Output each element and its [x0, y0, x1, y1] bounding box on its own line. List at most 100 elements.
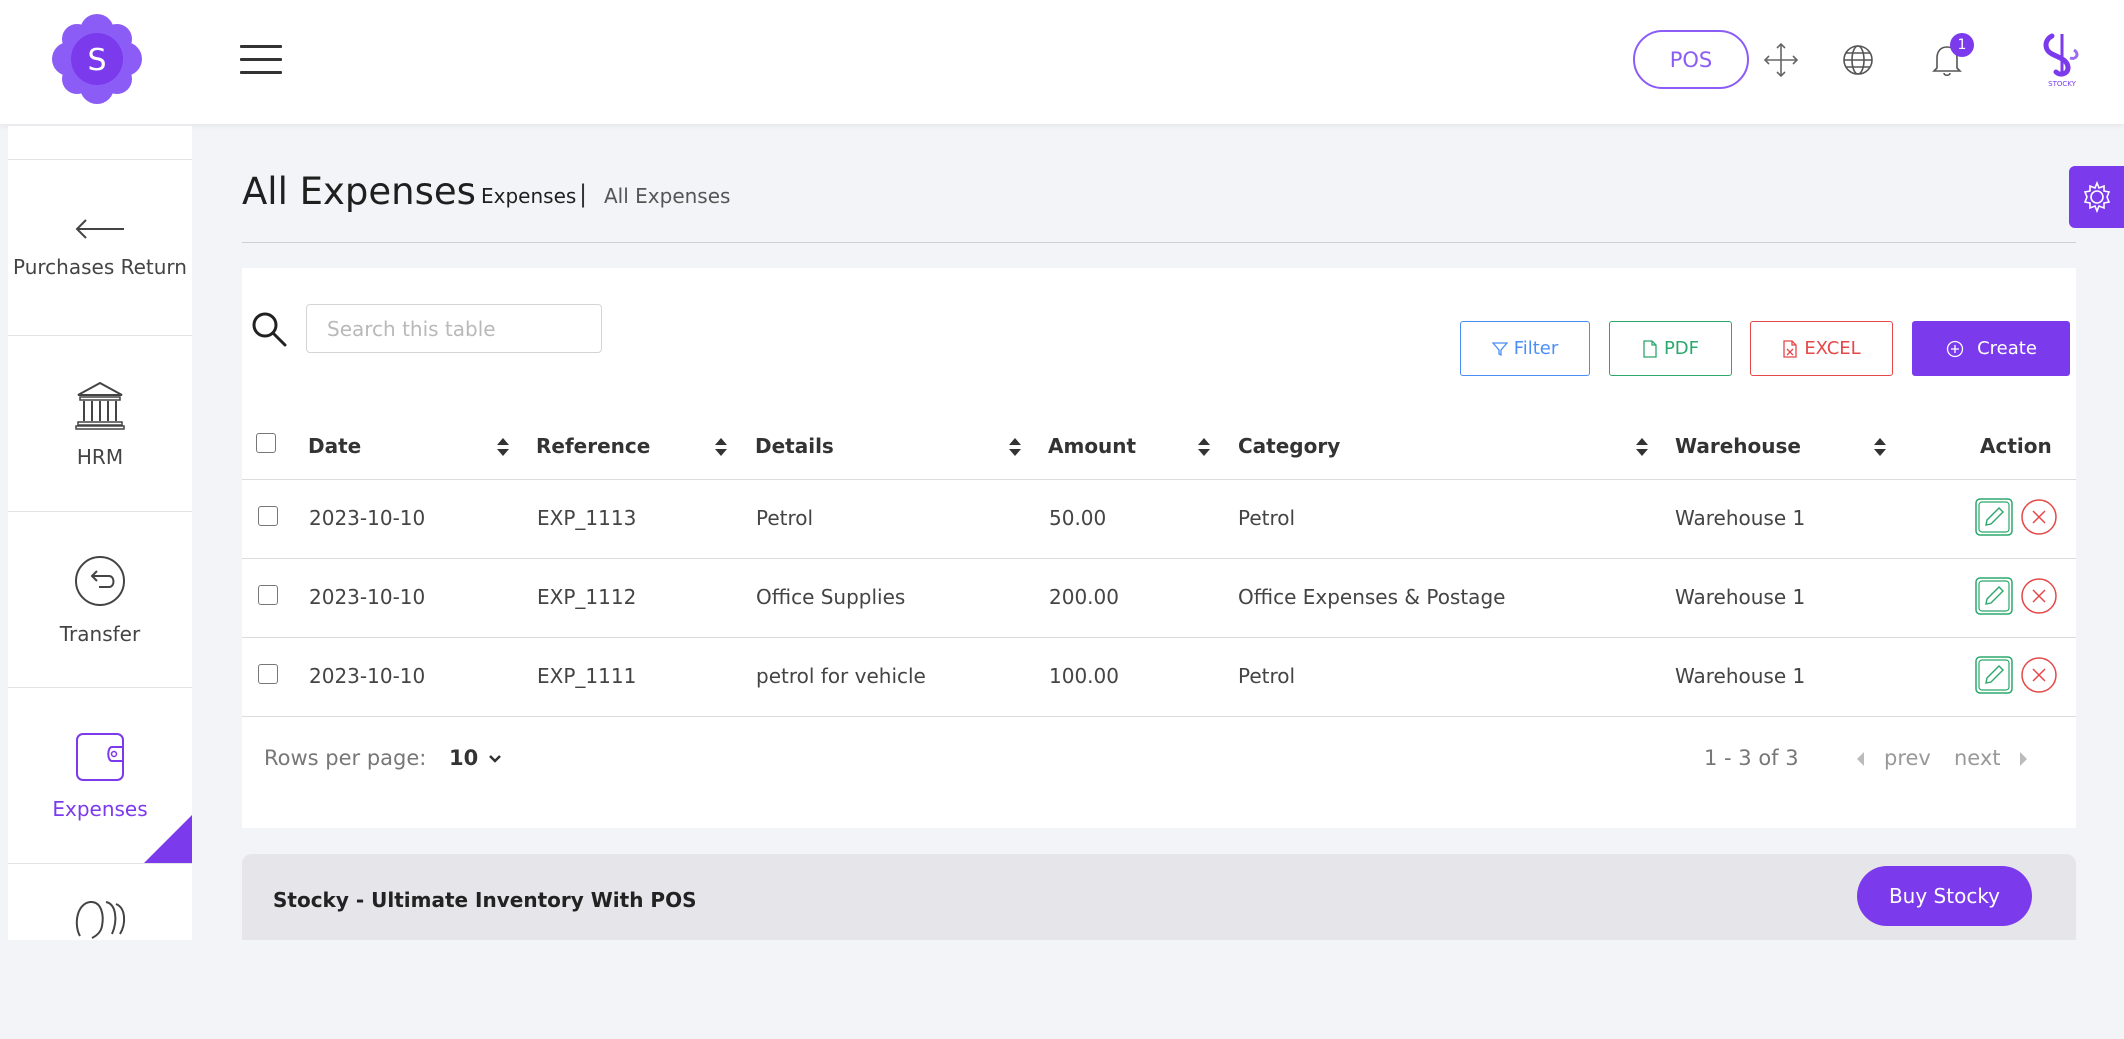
- column-header-category[interactable]: Category: [1238, 434, 1340, 458]
- cell-date: 2023-10-10: [309, 664, 426, 688]
- table-row[interactable]: 2023-10-10 EXP_1112 Office Supplies 200.…: [242, 559, 2076, 638]
- footer-text: Stocky - Ultimate Inventory With POS: [273, 888, 697, 912]
- pdf-label: PDF: [1663, 338, 1700, 359]
- row-checkbox[interactable]: [258, 664, 278, 684]
- table-row[interactable]: 2023-10-10 EXP_1111 petrol for vehicle 1…: [242, 638, 2076, 717]
- sidebar-item-transfer[interactable]: Transfer: [8, 511, 192, 687]
- menu-toggle-icon[interactable]: [240, 45, 282, 75]
- language-globe-icon[interactable]: [1838, 40, 1878, 80]
- sort-icon[interactable]: [1634, 436, 1650, 458]
- sidebar-item-expenses[interactable]: Expenses: [8, 687, 192, 863]
- top-navbar: S POS 1 STOCKY: [0, 0, 2124, 124]
- bank-icon: [75, 381, 125, 430]
- stocky-brand-logo: STOCKY: [2038, 30, 2086, 88]
- row-checkbox[interactable]: [258, 585, 278, 605]
- table-row[interactable]: 2023-10-10 EXP_1113 Petrol 50.00 Petrol …: [242, 480, 2076, 559]
- edit-pencil-icon[interactable]: [1975, 498, 2013, 536]
- cell-amount: 50.00: [1049, 506, 1107, 530]
- create-button[interactable]: Create: [1912, 321, 2070, 376]
- column-header-reference[interactable]: Reference: [536, 434, 650, 458]
- brand-text: STOCKY: [2048, 80, 2076, 88]
- transfer-icon: [75, 555, 125, 606]
- filter-label: Filter: [1513, 338, 1559, 359]
- sidebar-item-label: Expenses: [52, 796, 148, 821]
- prev-page-button[interactable]: prev: [1884, 746, 1931, 770]
- cell-warehouse: Warehouse 1: [1675, 585, 1806, 609]
- breadcrumb-separator: |: [579, 180, 588, 208]
- select-all-checkbox[interactable]: [256, 433, 276, 453]
- settings-gear-icon[interactable]: [2069, 166, 2124, 228]
- cell-amount: 100.00: [1049, 664, 1119, 688]
- search-input[interactable]: [306, 304, 602, 353]
- fullscreen-icon[interactable]: [1761, 40, 1801, 80]
- column-header-details[interactable]: Details: [755, 434, 834, 458]
- pdf-file-icon: [1643, 339, 1657, 358]
- breadcrumb-current: All Expenses: [604, 184, 731, 208]
- rows-per-page-select[interactable]: 10: [449, 746, 478, 770]
- search-icon: [250, 310, 288, 348]
- buy-stocky-button[interactable]: Buy Stocky: [1857, 866, 2032, 926]
- cell-warehouse: Warehouse 1: [1675, 664, 1806, 688]
- cell-details: Office Supplies: [756, 585, 906, 609]
- excel-file-icon: [1783, 339, 1797, 358]
- app-logo[interactable]: S: [48, 14, 146, 104]
- active-indicator: [144, 815, 192, 863]
- cell-reference: EXP_1113: [537, 506, 637, 530]
- people-icon: [75, 901, 126, 939]
- next-caret-icon: [2020, 752, 2027, 766]
- chevron-down-icon[interactable]: [487, 748, 503, 770]
- cell-category: Petrol: [1238, 664, 1296, 688]
- cell-category: Petrol: [1238, 506, 1296, 530]
- sort-icon[interactable]: [1872, 436, 1888, 458]
- title-divider: [242, 242, 2076, 243]
- sort-icon[interactable]: [495, 436, 511, 458]
- edit-pencil-icon[interactable]: [1975, 656, 2013, 694]
- sort-icon[interactable]: [1007, 436, 1023, 458]
- edit-pencil-icon[interactable]: [1975, 577, 2013, 615]
- sidebar-item-hrm[interactable]: HRM: [8, 335, 192, 511]
- cell-amount: 200.00: [1049, 585, 1119, 609]
- cell-details: Petrol: [756, 506, 814, 530]
- column-header-amount[interactable]: Amount: [1048, 434, 1136, 458]
- sidebar-item-purchases-return[interactable]: Purchases Return: [8, 159, 192, 335]
- cell-date: 2023-10-10: [309, 585, 426, 609]
- notification-badge: 1: [1950, 33, 1974, 57]
- sort-icon[interactable]: [1196, 436, 1212, 458]
- delete-x-icon[interactable]: [2020, 577, 2058, 615]
- filter-button[interactable]: Filter: [1460, 321, 1590, 376]
- create-label: Create: [1977, 338, 2037, 359]
- cell-warehouse: Warehouse 1: [1675, 506, 1806, 530]
- column-header-warehouse[interactable]: Warehouse: [1675, 434, 1801, 458]
- sidebar-item-label: Transfer: [59, 621, 141, 646]
- row-checkbox[interactable]: [258, 506, 278, 526]
- column-header-action: Action: [1980, 434, 2052, 458]
- delete-x-icon[interactable]: [2020, 498, 2058, 536]
- sidebar-item-label: Purchases Return: [13, 254, 187, 279]
- delete-x-icon[interactable]: [2020, 656, 2058, 694]
- cell-category: Office Expenses & Postage: [1238, 585, 1506, 609]
- next-page-button[interactable]: next: [1954, 746, 2001, 770]
- table-header: Date Reference Details Amount Category W…: [242, 420, 2076, 480]
- cell-date: 2023-10-10: [309, 506, 426, 530]
- cell-reference: EXP_1112: [537, 585, 637, 609]
- page-title: All Expenses: [242, 170, 476, 213]
- prev-caret-icon: [1857, 752, 1864, 766]
- arrow-left-icon: [75, 218, 124, 239]
- pagination-range: 1 - 3 of 3: [1704, 746, 1799, 770]
- pdf-export-button[interactable]: PDF: [1609, 321, 1732, 376]
- sidebar-item-people[interactable]: [8, 863, 192, 1039]
- sidebar: Purchases Return HRM Transfer Expenses: [8, 126, 192, 940]
- excel-export-button[interactable]: EXCEL: [1750, 321, 1893, 376]
- column-header-date[interactable]: Date: [308, 434, 361, 458]
- sidebar-item-label: HRM: [76, 444, 124, 469]
- wallet-icon: [76, 732, 124, 781]
- sort-icon[interactable]: [713, 436, 729, 458]
- breadcrumb-parent[interactable]: Expenses: [481, 184, 576, 208]
- filter-icon: [1491, 341, 1508, 356]
- cell-reference: EXP_1111: [537, 664, 637, 688]
- logo-letter: S: [87, 43, 106, 78]
- excel-label: EXCEL: [1804, 338, 1861, 359]
- rows-per-page-label: Rows per page:: [264, 746, 427, 770]
- plus-circle-icon: [1946, 340, 1964, 357]
- pos-button[interactable]: POS: [1633, 30, 1749, 89]
